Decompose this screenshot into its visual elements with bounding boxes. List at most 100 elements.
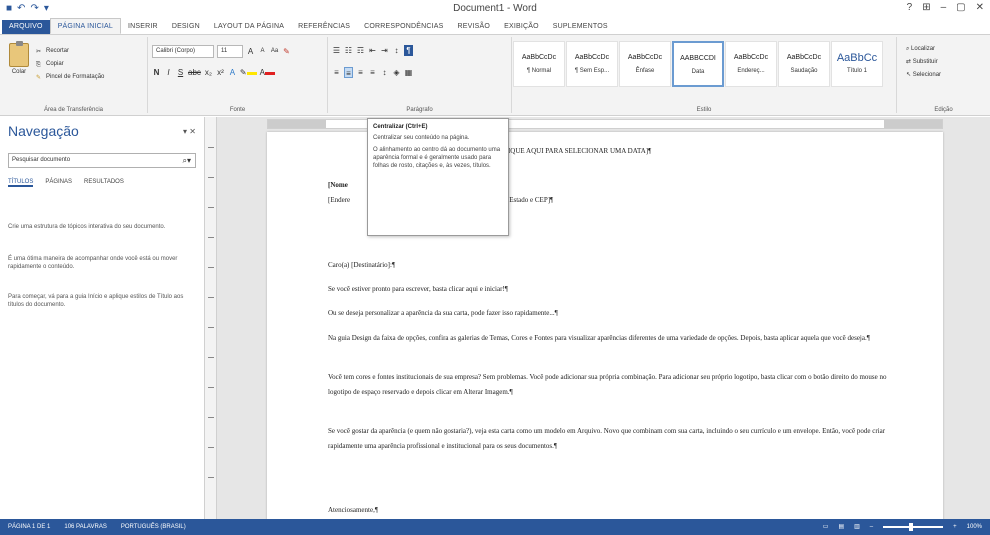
cut-button[interactable]: ✂ Recortar [36,45,104,58]
format-painter-button[interactable]: ✎ Pincel de Formatação [36,71,104,84]
font-name-dropdown[interactable]: Calibri (Corpo) [152,45,214,58]
multilevel-list-icon[interactable]: ☶ [356,45,365,56]
tab-mailings[interactable]: CORRESPONDÊNCIAS [357,20,450,34]
search-icon[interactable]: ⌕▾ [183,154,192,167]
borders-icon[interactable]: ▦ [404,67,413,78]
strikethrough-icon[interactable]: abc [188,67,201,78]
subscript-icon[interactable]: x₂ [204,67,213,78]
italic-icon[interactable]: I [164,67,173,78]
ruler-tick [208,297,214,298]
document-canvas[interactable]: CLIQUE AQUI PARA SELECIONAR UMA DATA]¶ [… [217,117,990,519]
align-center-tooltip: Centralizar (Ctrl+E) Centralizar seu con… [367,118,509,236]
nav-tab-pages[interactable]: PÁGINAS [45,179,72,187]
maximize-button[interactable]: ▢ [956,2,965,13]
justify-icon[interactable]: ≡ [368,67,377,78]
style-date[interactable]: AABBCCDI Data [672,41,724,87]
body-paragraph[interactable]: Se você estiver pronto para escrever, ba… [328,282,898,297]
underline-icon[interactable]: S [176,67,185,78]
nav-tabs: TÍTULOS PÁGINAS RESULTADOS [8,179,124,187]
bold-icon[interactable]: N [152,67,161,78]
nav-search-input[interactable]: Pesquisar documento ⌕▾ [8,153,196,168]
find-button[interactable]: ⌕ Localizar [906,43,941,56]
style-address[interactable]: AaBbCcDc Endereç... [725,41,777,87]
body-paragraph[interactable]: Na guia Design da faixa de opções, confi… [328,331,898,346]
highlight-icon[interactable]: ✎ [240,67,257,78]
shading-icon[interactable]: ◈ [392,67,401,78]
body-paragraph[interactable]: Você tem cores e fontes institucionais d… [328,370,898,400]
font-color-icon[interactable]: A [260,67,275,78]
numbering-icon[interactable]: ☷ [344,45,353,56]
font-size-dropdown[interactable]: 11 [217,45,243,58]
tab-addins[interactable]: SUPLEMENTOS [546,20,615,34]
show-marks-icon[interactable]: ¶ [404,45,413,56]
copy-button[interactable]: ⎘ Copiar [36,58,104,71]
page-count[interactable]: PÁGINA 1 DE 1 [8,519,50,535]
date-placeholder-line[interactable]: CLIQUE AQUI PARA SELECIONAR UMA DATA]¶ [499,144,899,159]
print-layout-icon[interactable]: ▤ [838,519,844,535]
replace-label: Substituir [912,59,938,65]
sort-icon[interactable]: ↕ [392,45,401,56]
clipboard-label: Área de Transferência [43,107,104,113]
bullets-icon[interactable]: ☰ [332,45,341,56]
style-no-spacing[interactable]: AaBbCcDc ¶ Sem Esp... [566,41,618,87]
line-spacing-icon[interactable]: ↕ [380,67,389,78]
font-label: Fonte [229,107,246,113]
nav-help-text-3: Para começar, vá para a guia Início e ap… [8,294,184,308]
tab-design[interactable]: DESIGN [165,20,207,34]
word-count[interactable]: 106 PALAVRAS [64,519,106,535]
shrink-font-icon[interactable]: A [258,46,267,57]
tab-view[interactable]: EXIBIÇÃO [497,20,546,34]
ruler-tick [208,327,214,328]
clear-format-icon[interactable]: ✎ [282,46,291,57]
body-paragraph[interactable]: Se você gostar da aparência (e quem não … [328,424,898,454]
tab-review[interactable]: REVISÃO [451,20,498,34]
tab-file[interactable]: ARQUIVO [2,20,50,34]
tab-insert[interactable]: INSERIR [121,20,165,34]
tab-home[interactable]: PÁGINA INICIAL [49,18,122,34]
style-normal[interactable]: AaBbCcDc ¶ Normal [513,41,565,87]
align-center-icon[interactable]: ≡ [344,67,353,78]
zoom-slider[interactable] [883,523,944,531]
read-mode-icon[interactable]: ▭ [823,519,829,535]
ruler-tick [208,357,214,358]
increase-indent-icon[interactable]: ⇥ [380,45,389,56]
zoom-level[interactable]: 100% [967,519,982,535]
change-case-icon[interactable]: Aa [270,46,279,57]
replace-button[interactable]: ⇄ Substituir [906,56,941,69]
nav-pane-title: Navegação [8,123,79,139]
help-button[interactable]: ? [907,2,913,13]
style-heading-1[interactable]: AaBbCc Título 1 [831,41,883,87]
ruler-tick [208,417,214,418]
tab-page-layout[interactable]: LAYOUT DA PÁGINA [207,20,291,34]
body-paragraph[interactable]: Ou se deseja personalizar a aparência da… [328,306,898,321]
tab-references[interactable]: REFERÊNCIAS [291,20,357,34]
minimize-button[interactable]: – [941,2,947,13]
language-indicator[interactable]: PORTUGUÊS (BRASIL) [121,519,186,535]
zoom-out-icon[interactable]: – [870,519,873,535]
superscript-icon[interactable]: x² [216,67,225,78]
style-name: Endereç... [737,68,765,74]
closing-line[interactable]: Atenciosamente,¶ [328,503,898,518]
nav-pane-close-button[interactable]: ▾ ✕ [183,127,196,136]
status-bar: PÁGINA 1 DE 1 106 PALAVRAS PORTUGUÊS (BR… [0,519,990,535]
align-left-icon[interactable]: ≡ [332,67,341,78]
text-effects-icon[interactable]: A [228,67,237,78]
close-button[interactable]: ✕ [976,2,984,13]
nav-tab-results[interactable]: RESULTADOS [84,179,124,187]
style-salutation[interactable]: AaBbCcDc Saudação [778,41,830,87]
copy-icon: ⎘ [36,62,41,69]
grow-font-icon[interactable]: A [246,46,255,57]
salutation-line[interactable]: Caro(a) [Destinatário]:¶ [328,258,898,273]
align-right-icon[interactable]: ≡ [356,67,365,78]
select-button[interactable]: ↖ Selecionar [906,69,941,82]
ribbon-display-button[interactable]: ⊞ [922,2,930,13]
zoom-in-icon[interactable]: + [953,519,957,535]
ruler-tick [208,267,214,268]
font-group: Calibri (Corpo) 11 A A Aa ✎ N I S abc x₂… [148,37,328,113]
ruler-tick [208,147,214,148]
web-layout-icon[interactable]: ▥ [854,519,860,535]
style-emphasis[interactable]: AaBbCcDc Ênfase [619,41,671,87]
nav-tab-headings[interactable]: TÍTULOS [8,179,34,187]
paste-button[interactable]: Colar [6,41,32,83]
decrease-indent-icon[interactable]: ⇤ [368,45,377,56]
